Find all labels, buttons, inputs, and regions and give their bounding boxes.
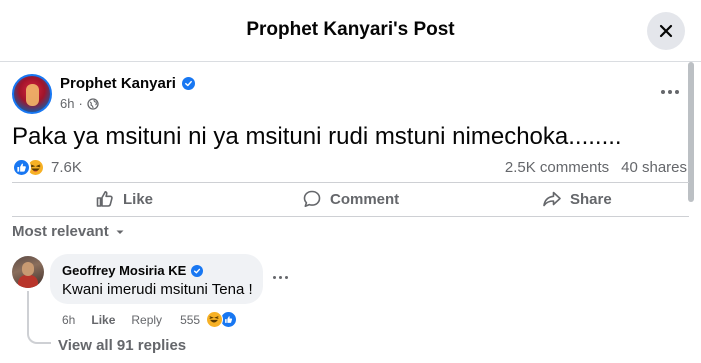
comment-button-label: Comment: [330, 190, 400, 208]
divider: [12, 216, 689, 217]
like-button[interactable]: Like: [95, 186, 153, 212]
like-reaction-icon: [12, 157, 31, 177]
reply-thread-line: [27, 291, 51, 344]
comment-reactions-count: 555: [180, 312, 201, 327]
share-icon: [543, 191, 561, 207]
comment-text: Kwani imerudi msituni Tena !: [62, 281, 253, 298]
commenter-name[interactable]: Geoffrey Mosiria KE: [62, 263, 186, 278]
commenter-avatar[interactable]: [12, 256, 44, 288]
verified-badge-icon: [181, 77, 195, 90]
verified-badge-icon: [191, 264, 204, 277]
comments-sort-dropdown[interactable]: Most relevant: [12, 223, 125, 240]
chevron-down-icon: [116, 230, 124, 234]
reactions-summary[interactable]: 7.6K: [12, 157, 82, 177]
commenter[interactable]: Geoffrey Mosiria KE: [62, 263, 251, 278]
share-button[interactable]: Share: [542, 186, 612, 212]
comment-time[interactable]: 6h: [62, 313, 75, 327]
close-button[interactable]: [647, 12, 685, 50]
close-icon: [659, 24, 673, 38]
shares-count-link[interactable]: 40 shares: [621, 159, 687, 176]
scrollbar-thumb[interactable]: [688, 62, 694, 202]
haha-reaction-icon: [206, 311, 224, 328]
post-time[interactable]: 6h: [60, 96, 74, 111]
view-replies-link[interactable]: View all 91 replies: [58, 337, 186, 354]
globe-icon: [87, 97, 99, 110]
comment-reply-button[interactable]: Reply: [131, 313, 162, 327]
comment-icon: [303, 190, 321, 207]
comment-like-button[interactable]: Like: [91, 313, 115, 327]
dialog-title: Prophet Kanyari's Post: [246, 19, 455, 40]
comment-reactions[interactable]: 555: [180, 311, 238, 328]
like-button-label: Like: [123, 190, 154, 208]
sort-label: Most relevant: [12, 223, 109, 240]
post-author[interactable]: Prophet Kanyari: [60, 75, 195, 92]
dialog-header: Prophet Kanyari's Post: [0, 0, 701, 62]
comment-more-options-button[interactable]: [273, 276, 288, 279]
author-name[interactable]: Prophet Kanyari: [60, 75, 176, 92]
thumbs-up-icon: [96, 191, 113, 207]
post-more-options-button[interactable]: [656, 82, 684, 102]
comment-actions: 6h Like Reply 555: [62, 311, 238, 328]
divider: [12, 182, 689, 183]
author-avatar[interactable]: [12, 74, 52, 114]
post-meta: 6h ·: [60, 96, 99, 111]
comment-button[interactable]: Comment: [302, 186, 399, 212]
post-text: Paka ya msituni ni ya msituni rudi mstun…: [12, 123, 622, 150]
share-button-label: Share: [570, 190, 612, 208]
comment-bubble: Geoffrey Mosiria KE Kwani imerudi msitun…: [50, 254, 263, 304]
comments-count-link[interactable]: 2.5K comments: [505, 159, 609, 176]
reactions-count[interactable]: 7.6K: [51, 159, 82, 176]
post-stats: 2.5K comments 40 shares: [505, 159, 687, 176]
